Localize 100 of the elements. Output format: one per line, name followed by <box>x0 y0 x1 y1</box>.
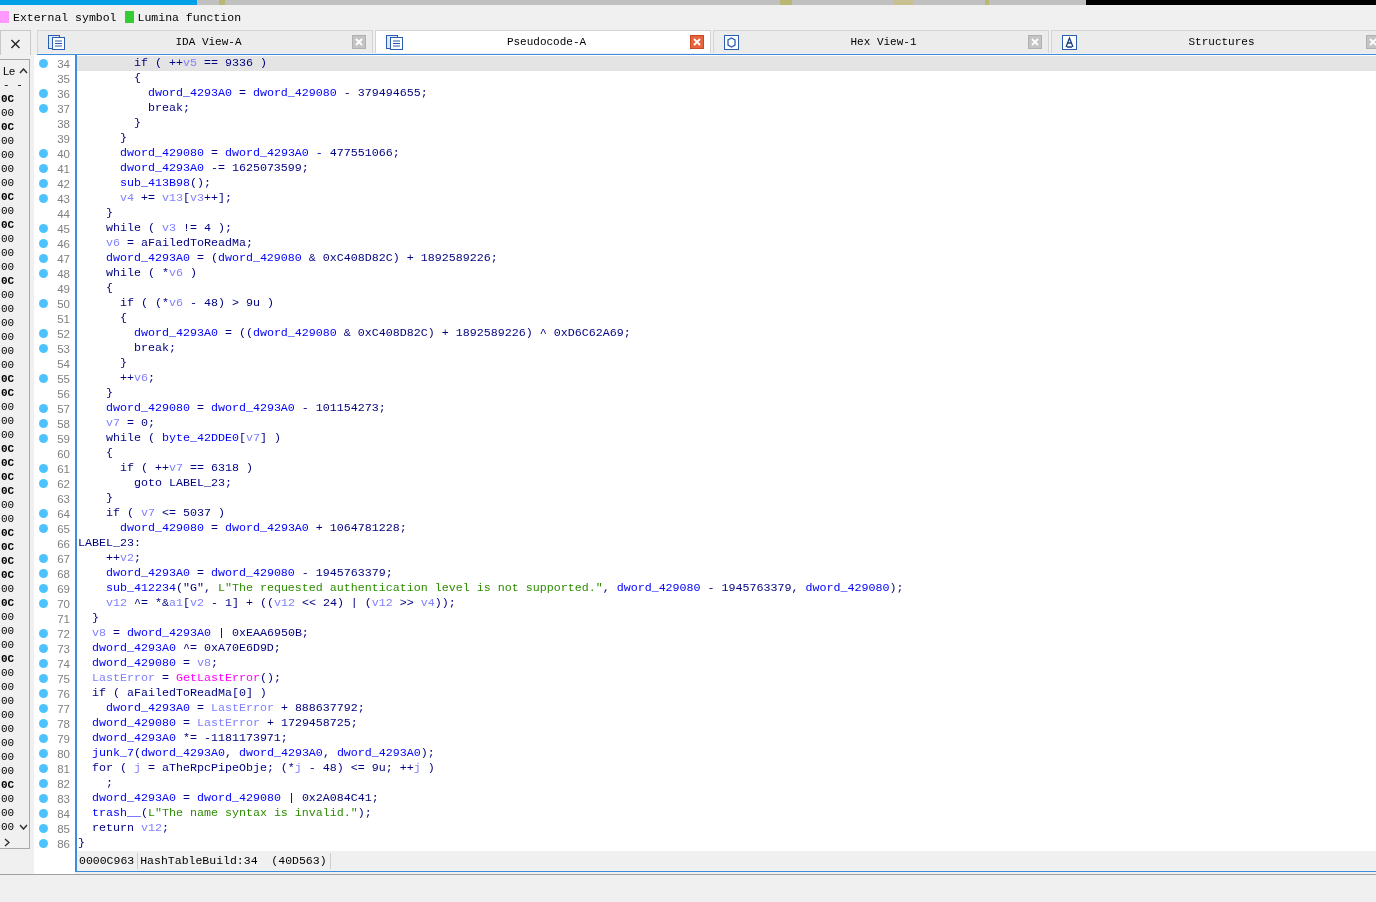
line-number: 58 <box>57 417 70 430</box>
listing-cell: 0C <box>1 526 15 540</box>
status-offset: 0000C963 <box>77 853 139 869</box>
tab-close-button[interactable] <box>690 35 704 49</box>
listing-cell: 0C <box>1 274 15 288</box>
line-number: 54 <box>57 357 70 370</box>
code-line: v7 = 0; <box>104 416 156 431</box>
listing-cell: 00 <box>1 722 15 736</box>
line-number: 67 <box>57 552 70 565</box>
line-number: 64 <box>57 507 70 520</box>
code-line: while ( v3 != 4 ); <box>104 221 233 236</box>
listing-cell: 00 <box>1 806 15 820</box>
line-number: 40 <box>57 147 70 160</box>
close-button[interactable]: × <box>0 30 31 55</box>
line-number: 52 <box>57 327 70 340</box>
line-number: 53 <box>57 342 70 355</box>
line-number: 48 <box>57 267 70 280</box>
code-line: v6 = aFailedToReadMa; <box>104 236 254 251</box>
listing-cell: 0C <box>1 456 15 470</box>
tab[interactable]: IDA View-A <box>37 30 373 53</box>
code-line: ++v2; <box>104 551 142 566</box>
listing-cell: 00 <box>1 232 15 246</box>
listing-cell: 00 <box>1 750 15 764</box>
column-header: Le <box>3 65 16 77</box>
code-line: dword_4293A0 ^= 0xA70E6D9D; <box>91 641 282 656</box>
line-number: 85 <box>57 822 70 835</box>
line-number: 79 <box>57 732 70 745</box>
line-number: 45 <box>57 222 70 235</box>
code-line: } <box>132 116 142 131</box>
code-line: break; <box>146 101 191 116</box>
listing-cell: 00 <box>1 820 15 834</box>
code-line: dword_4293A0 = LastError + 888637792; <box>104 701 366 716</box>
listing-cell: 00 <box>1 512 15 526</box>
line-number: 62 <box>57 477 70 490</box>
code-line: LABEL_23: <box>77 536 142 551</box>
listing-cell: 00 <box>1 260 15 274</box>
line-number: 47 <box>57 252 70 265</box>
line-number: 72 <box>57 627 70 640</box>
listing-cell: 00 <box>1 624 15 638</box>
line-number: 39 <box>57 132 70 145</box>
listing-cell: 0C <box>1 540 15 554</box>
line-number: 68 <box>57 567 70 580</box>
code-line: dword_4293A0 = dword_429080 - 379494655; <box>146 86 429 101</box>
code-line: { <box>132 71 142 86</box>
code-line: junk_7(dword_4293A0, dword_4293A0, dword_4293A0); <box>91 746 436 761</box>
line-number: 50 <box>57 297 70 310</box>
listing-cell: 00 <box>1 176 15 190</box>
down-chevron-icon[interactable] <box>19 824 29 830</box>
listing-cell: 0C <box>1 554 15 568</box>
listing-cell: 00 <box>1 792 15 806</box>
line-number: 66 <box>57 537 70 550</box>
line-number: 51 <box>57 312 70 325</box>
line-number: 49 <box>57 282 70 295</box>
code-line: trash__(L"The name syntax is invalid."); <box>91 806 373 821</box>
line-number: 78 <box>57 717 70 730</box>
line-number: 36 <box>57 87 70 100</box>
code-line: } <box>77 836 86 851</box>
listing-cell: 00 <box>1 680 15 694</box>
tab[interactable]: Pseudocode-A <box>375 30 711 53</box>
code-line: } <box>91 611 100 626</box>
code-line: ; <box>104 776 114 791</box>
header-rule-text: - - <box>2 82 24 92</box>
listing-cell: 0C <box>1 568 15 582</box>
listing-cell: 0C <box>1 652 15 666</box>
line-number: 65 <box>57 522 70 535</box>
code-line: v12 ^= *&a1[v2 - 1] + ((v12 << 24) | (v12 >> v4)); <box>104 596 457 611</box>
tab[interactable]: Structures <box>1051 30 1376 53</box>
line-number: 38 <box>57 117 70 130</box>
listing-cell: 00 <box>1 344 15 358</box>
listing-cell: 00 <box>1 694 15 708</box>
code-line: } <box>104 206 114 221</box>
code-line: v8 = dword_4293A0 | 0xEAA6950B; <box>91 626 310 641</box>
listing-cell: 00 <box>1 582 15 596</box>
listing-cell: 0C <box>1 92 15 106</box>
code-line: sub_413B98(); <box>118 176 212 191</box>
right-chevron-icon[interactable] <box>4 838 10 847</box>
code-line: dword_4293A0 = ((dword_429080 & 0xC408D82C) + 1892589226) ^ 0xD6C62A69; <box>132 326 632 341</box>
code-line: if ( ++v7 == 6318 ) <box>118 461 254 476</box>
listing-cell: 00 <box>1 330 15 344</box>
listing-cell: 00 <box>1 148 15 162</box>
code-line: if ( v7 <= 5037 ) <box>104 506 226 521</box>
listing-cell: 0C <box>1 218 15 232</box>
code-line: dword_429080 = LastError + 1729458725; <box>91 716 359 731</box>
code-line: dword_4293A0 *= -1181173971; <box>91 731 289 746</box>
tab[interactable]: Hex View-1 <box>713 30 1049 53</box>
listing-cell: 00 <box>1 316 15 330</box>
legend-label: External symbol <box>13 10 117 24</box>
line-number: 71 <box>57 612 70 625</box>
listing-cell: 00 <box>1 638 15 652</box>
line-number: 59 <box>57 432 70 445</box>
code-line: dword_4293A0 = dword_429080 | 0x2A084C41; <box>91 791 380 806</box>
listing-cell: 0C <box>1 372 15 386</box>
listing-cell: 00 <box>1 736 15 750</box>
line-number: 83 <box>57 792 70 805</box>
listing-cell: 0C <box>1 386 15 400</box>
line-number: 86 <box>57 837 70 850</box>
listing-cell: 00 <box>1 400 15 414</box>
line-number: 55 <box>57 372 70 385</box>
up-chevron-icon[interactable] <box>19 68 29 74</box>
line-number: 60 <box>57 447 70 460</box>
